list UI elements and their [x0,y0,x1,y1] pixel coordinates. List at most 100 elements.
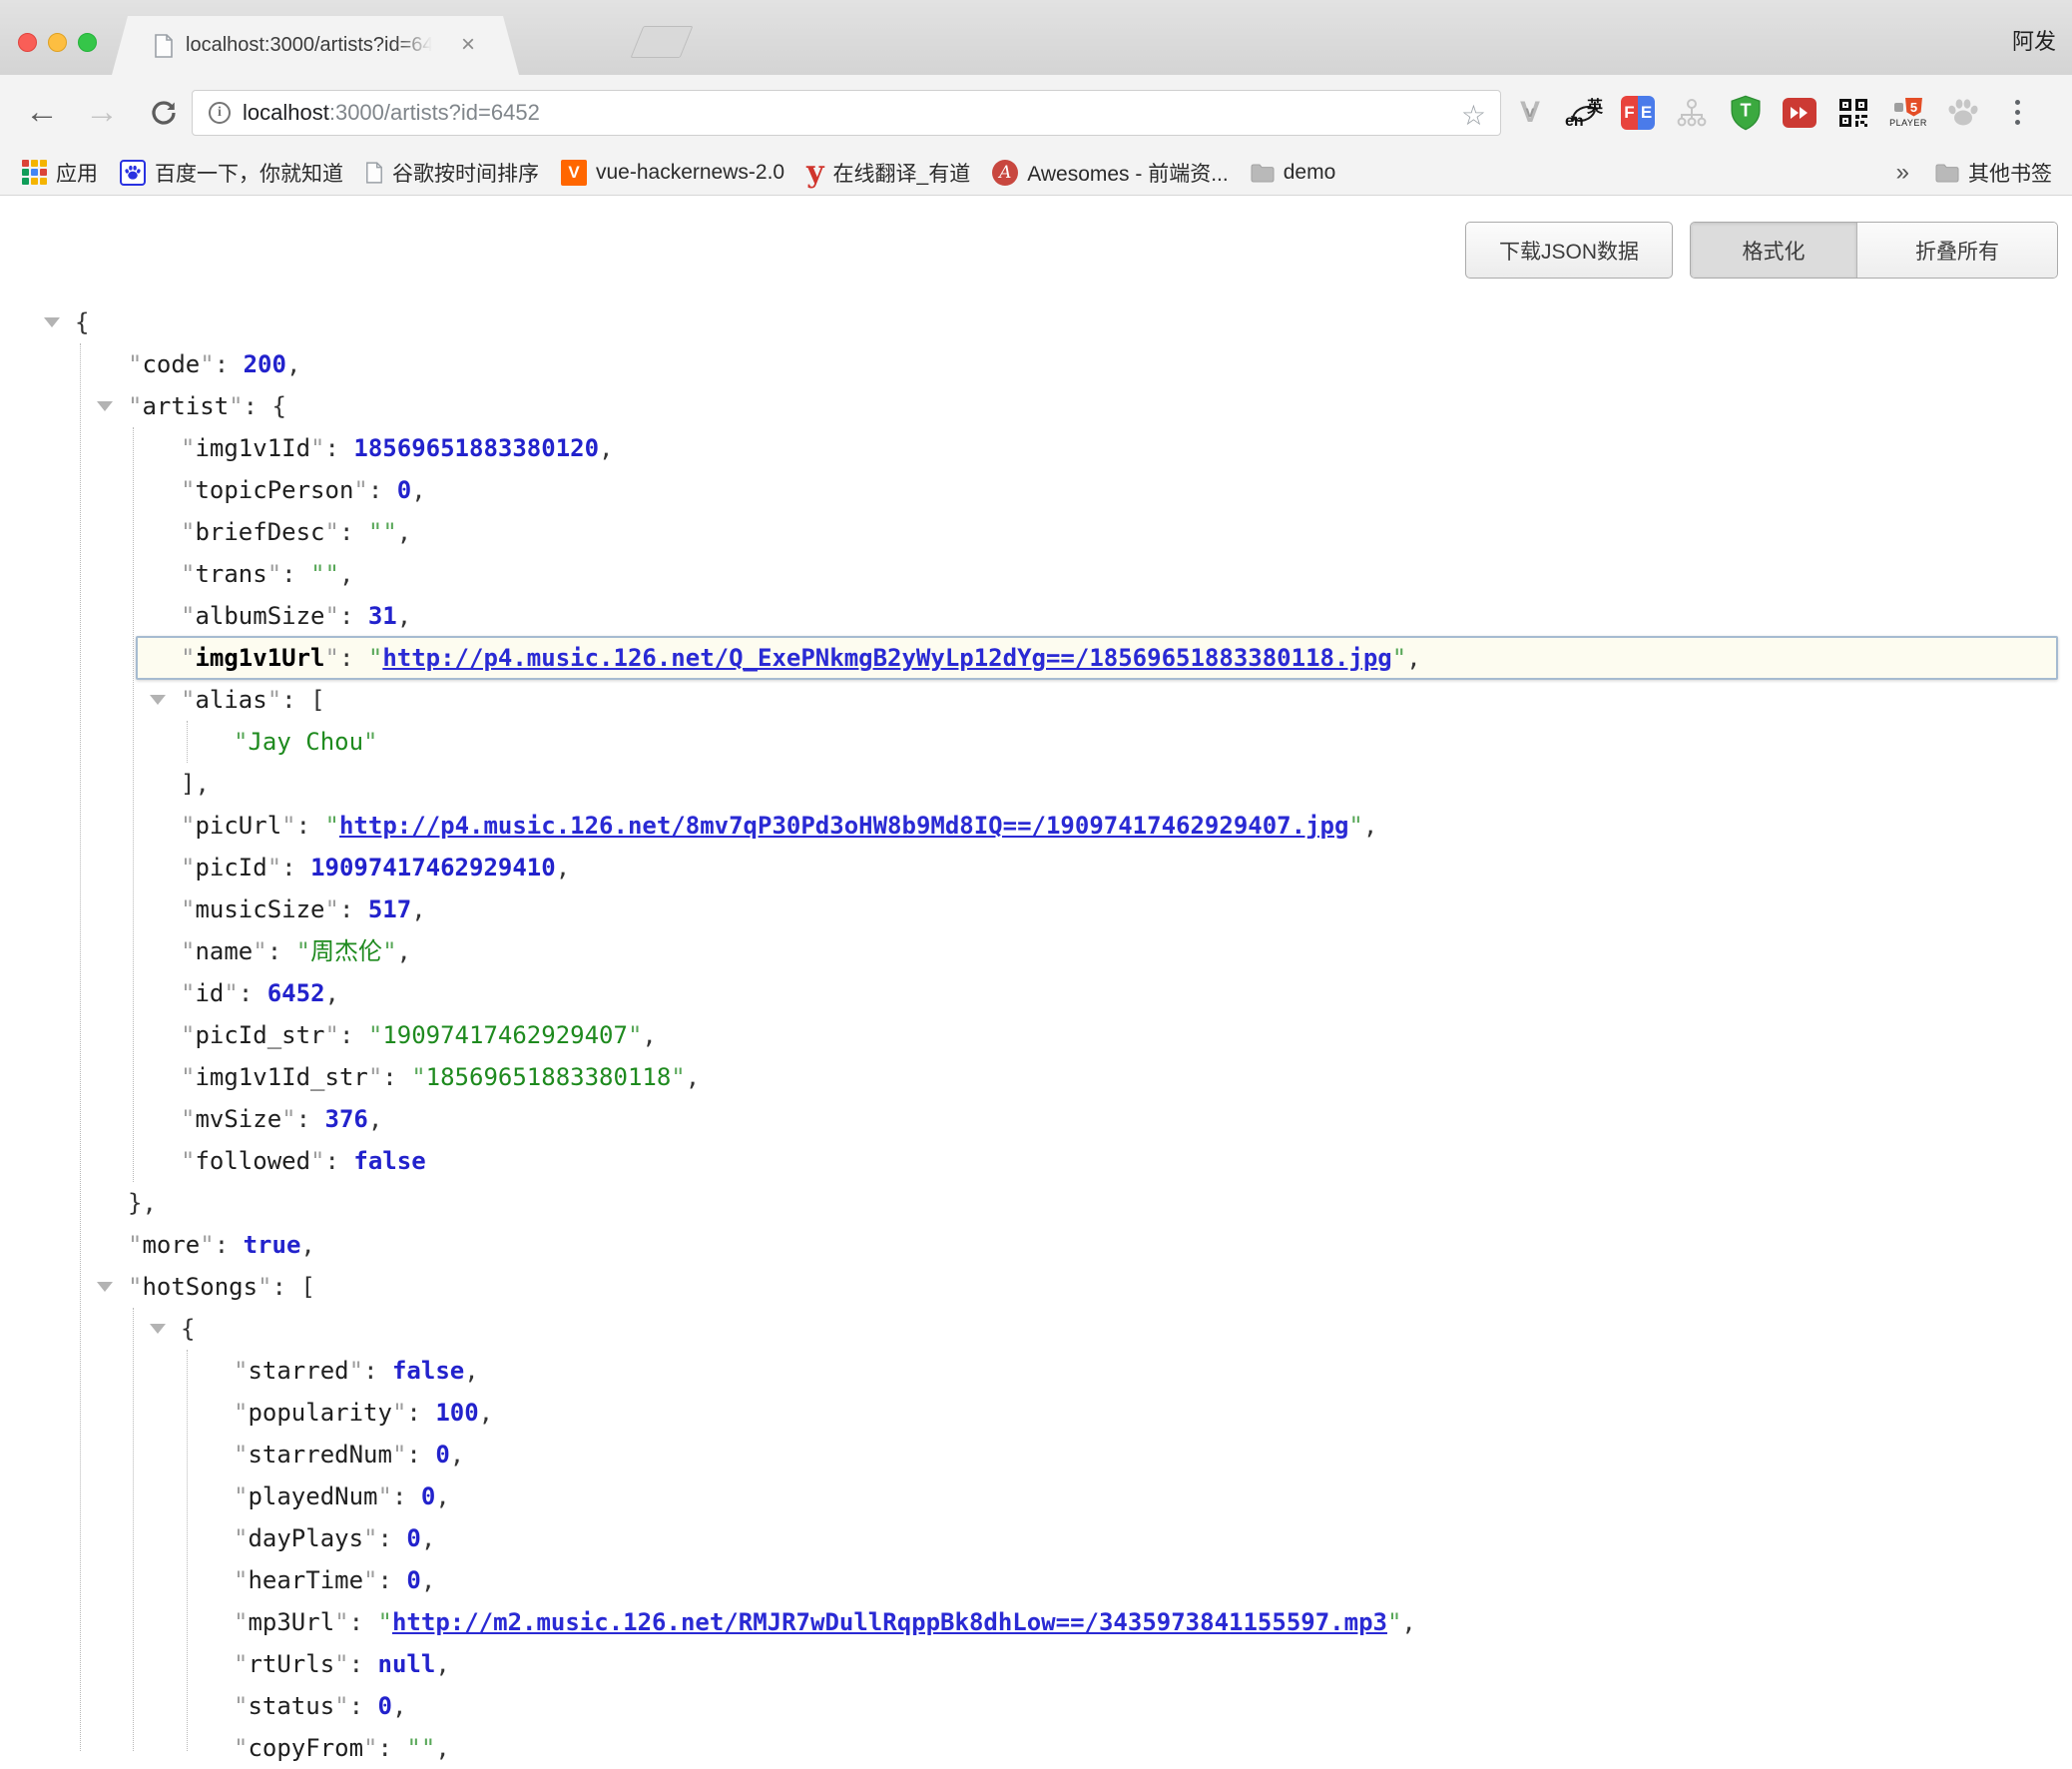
collapse-toggle-icon[interactable] [97,401,113,411]
collapse-toggle-icon[interactable] [150,1324,166,1334]
baidu-paw-icon [120,160,146,186]
url-host: localhost [243,100,329,125]
bookmark-label: vue-hackernews-2.0 [596,161,784,185]
window-titlebar: localhost:3000/artists?id=645 × 阿发 [0,0,2072,75]
json-line: "albumSize": 31, [0,595,2072,637]
json-line: "picId": 19097417462929410, [0,847,2072,888]
bookmark-star-icon[interactable]: ☆ [1461,99,1486,132]
browser-menu-icon[interactable] [1998,91,2036,135]
url-bar[interactable]: i localhost:3000/artists?id=6452 ☆ [192,90,1501,136]
page-info-icon[interactable]: i [209,102,231,124]
indent-guide [80,343,81,1751]
json-line: "starred": false, [0,1350,2072,1392]
paw-icon[interactable] [1944,91,1982,135]
json-line: "code": 200, [0,343,2072,385]
json-line: "briefDesc": "", [0,511,2072,553]
forward-button[interactable]: → [74,75,130,150]
fe-icon[interactable]: FE [1619,91,1657,135]
folder-icon [1251,163,1275,183]
collapse-toggle-icon[interactable] [44,317,60,327]
new-tab-button[interactable] [631,26,694,58]
indent-guide [133,427,134,1182]
profile-name[interactable]: 阿发 [2012,24,2056,56]
zoom-window-button[interactable] [78,33,97,52]
json-line: "topicPerson": 0, [0,469,2072,511]
json-url-link[interactable]: http://m2.music.126.net/RMJR7wDullRqppBk… [392,1608,1387,1636]
json-line: "copyFrom": "", [0,1727,2072,1769]
bookmark-vue-hackernews[interactable]: V vue-hackernews-2.0 [561,160,784,186]
reload-icon [149,98,179,128]
json-line: "status": 0, [0,1685,2072,1727]
json-line: "picId_str": "19097417462929407", [0,1014,2072,1056]
other-bookmarks[interactable]: 其他书签 [1935,158,2052,188]
json-url-link[interactable]: http://p4.music.126.net/8mv7qP30Pd3oHW8b… [339,812,1348,840]
sitemap-icon[interactable] [1673,91,1711,135]
json-line: "followed": false [0,1140,2072,1182]
json-line: "trans": "", [0,553,2072,595]
download-json-button[interactable]: 下载JSON数据 [1465,222,1673,279]
back-button[interactable]: ← [14,75,70,150]
json-line: "mvSize": 376, [0,1098,2072,1140]
youdao-icon: y [806,160,823,186]
json-line: "img1v1Id_str": "18569651883380118", [0,1056,2072,1098]
extension-icons-row: Vv 英en FE [1511,75,2036,150]
reload-button[interactable] [138,75,190,150]
qrcode-icon[interactable] [1834,91,1872,135]
tampermonkey-icon[interactable]: T [1727,91,1765,135]
json-line: "dayPlays": 0, [0,1517,2072,1559]
bookmark-youdao[interactable]: y 在线翻译_有道 [806,158,970,188]
bookmark-demo-folder[interactable]: demo [1251,161,1336,185]
json-line: "Jay Chou" [0,721,2072,763]
json-line: "popularity": 100, [0,1392,2072,1434]
indent-guide [187,1350,188,1751]
bookmark-apps[interactable]: 应用 [22,158,98,188]
json-line: "name": "周杰伦", [0,930,2072,972]
translate-icon[interactable]: 英en [1565,91,1603,135]
html5-player-icon[interactable]: 5 PLAYER [1888,91,1928,135]
json-url-link[interactable]: http://p4.music.126.net/Q_ExePNkmgB2yWyL… [382,644,1391,672]
json-line: }, [0,1182,2072,1224]
format-button[interactable]: 格式化 [1691,223,1857,278]
json-line: "hotSongs": [ [0,1266,2072,1308]
json-line: "starredNum": 0, [0,1434,2072,1475]
view-mode-group: 格式化 折叠所有 [1690,222,2058,279]
json-line: "rtUrls": null, [0,1643,2072,1685]
video-speed-icon[interactable] [1781,91,1818,135]
json-line: ], [0,763,2072,805]
close-window-button[interactable] [18,33,37,52]
bookmark-label: demo [1284,161,1336,185]
collapse-toggle-icon[interactable] [97,1282,113,1292]
browser-tab[interactable]: localhost:3000/artists?id=645 × [112,16,519,75]
json-line: { [0,301,2072,343]
json-line: "mp3Url": "http://m2.music.126.net/RMJR7… [0,1601,2072,1643]
tab-close-icon[interactable]: × [461,32,475,58]
url-path: :3000/artists?id=6452 [329,100,540,125]
bookmarks-overflow-chevron[interactable]: » [1896,159,1909,187]
bookmark-label: 百度一下，你就知道 [155,158,343,188]
indent-guide [133,1308,134,1751]
vue-devtools-icon[interactable]: Vv [1511,91,1549,135]
collapse-all-button[interactable]: 折叠所有 [1857,223,2057,278]
minimize-window-button[interactable] [48,33,67,52]
json-tree: {"code": 200,"artist": {"img1v1Id": 1856… [0,301,2072,1769]
json-line: "alias": [ [0,679,2072,721]
page-icon [154,34,174,58]
apps-grid-icon [22,160,47,185]
bookmark-label: 应用 [56,158,98,188]
bookmark-awesomes[interactable]: A Awesomes - 前端资... [992,158,1229,188]
tab-title-fade [395,34,441,60]
document-icon [365,162,383,184]
collapse-toggle-icon[interactable] [150,695,166,705]
bookmark-google-sort[interactable]: 谷歌按时间排序 [365,158,539,188]
url-text: localhost:3000/artists?id=6452 [243,100,540,126]
browser-toolbar: ← → i localhost:3000/artists?id=6452 ☆ V… [0,75,2072,150]
json-line: "hearTime": 0, [0,1559,2072,1601]
json-line: { [0,1308,2072,1350]
other-bookmarks-label: 其他书签 [1968,158,2052,188]
bookmark-label: 谷歌按时间排序 [392,158,539,188]
json-line: "playedNum": 0, [0,1475,2072,1517]
bookmark-label: Awesomes - 前端资... [1027,158,1229,188]
bookmark-label: 在线翻译_有道 [833,158,971,188]
bookmarks-bar: 应用 百度一下，你就知道 谷歌按时间排序 V vue-hackernews-2.… [0,150,2072,196]
bookmark-baidu[interactable]: 百度一下，你就知道 [120,158,343,188]
